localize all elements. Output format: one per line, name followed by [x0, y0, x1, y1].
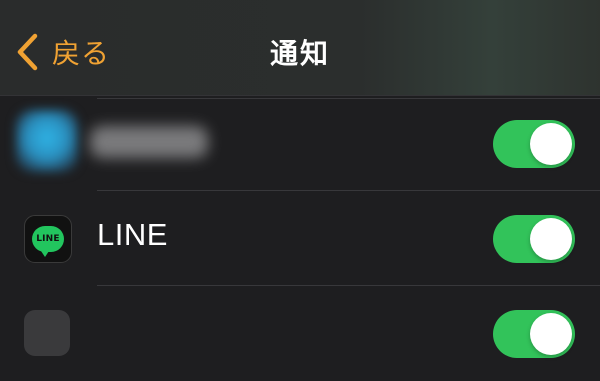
toggle-knob	[530, 313, 572, 355]
page-title: 通知	[269, 37, 330, 70]
app-label: LINE	[97, 217, 168, 252]
list-item	[0, 96, 600, 191]
blurred-app-label	[90, 126, 208, 158]
blurred-app-icon	[16, 110, 78, 172]
app-notification-list: LINE LINE	[0, 96, 600, 381]
line-logo-text: LINE	[36, 234, 60, 244]
app-icon	[24, 310, 70, 356]
toggle-knob	[530, 123, 572, 165]
navigation-bar: 戻る 通知	[0, 0, 600, 95]
notification-toggle[interactable]	[493, 310, 575, 358]
list-item: LINE LINE	[0, 191, 600, 286]
notification-toggle[interactable]	[493, 215, 575, 263]
toggle-knob	[530, 218, 572, 260]
line-app-icon: LINE	[24, 215, 72, 263]
divider	[97, 98, 600, 99]
line-bubble-icon: LINE	[32, 226, 64, 257]
notification-toggle[interactable]	[493, 120, 575, 168]
list-item	[0, 286, 600, 381]
